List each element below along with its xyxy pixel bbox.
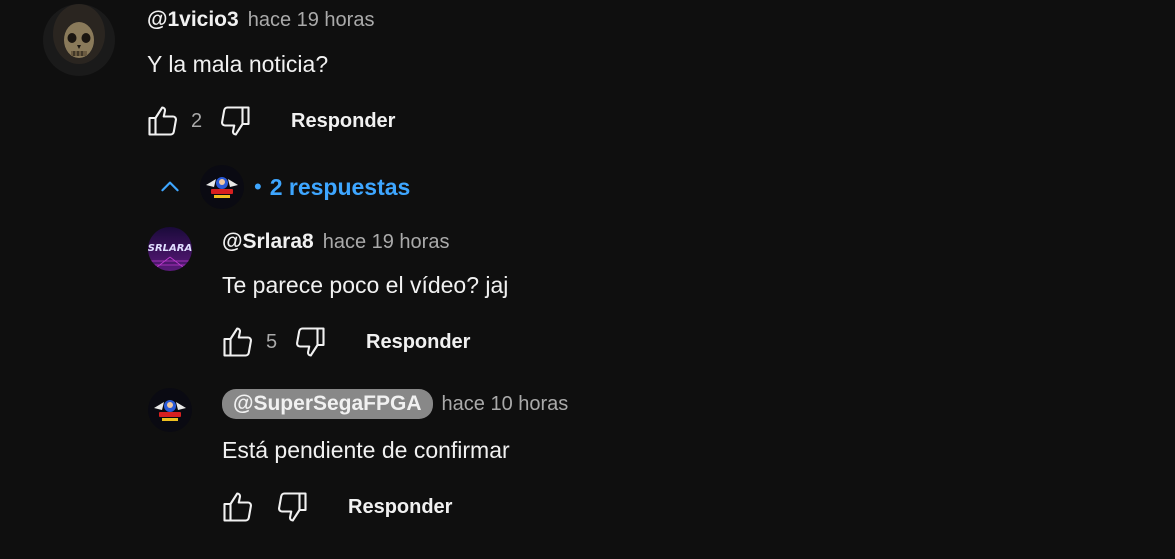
- skull-avatar-icon: [43, 4, 115, 76]
- comment-author[interactable]: @1vicio3: [147, 8, 239, 32]
- reply-actions: Responder: [218, 487, 452, 527]
- comment-timestamp[interactable]: hace 19 horas: [248, 9, 375, 32]
- comment-actions: 2 Responder: [143, 101, 395, 141]
- reply-button[interactable]: Responder: [348, 496, 452, 519]
- thumbs-up-icon: [148, 106, 177, 136]
- thumbs-down-icon: [278, 492, 307, 522]
- reply-timestamp[interactable]: hace 19 horas: [323, 231, 450, 254]
- chevron-up-icon: [150, 167, 190, 207]
- avatar-srlara8[interactable]: SRLARA: [148, 227, 192, 271]
- reply-button[interactable]: Responder: [366, 331, 470, 354]
- comment-header: @1vicio3 hace 19 horas: [147, 8, 374, 32]
- reply-text: Está pendiente de confirmar: [222, 437, 510, 463]
- replier-avatar: [200, 165, 244, 209]
- like-button[interactable]: [143, 101, 183, 141]
- comment-text: Y la mala noticia?: [147, 51, 329, 77]
- reply-timestamp[interactable]: hace 10 horas: [442, 393, 569, 416]
- supersega-logo-icon: [200, 165, 244, 209]
- thumbs-up-icon: [223, 492, 252, 522]
- dislike-button[interactable]: [215, 101, 255, 141]
- comments-section: @1vicio3 hace 19 horas Y la mala noticia…: [0, 0, 1175, 559]
- reply-author[interactable]: @Srlara8: [222, 230, 314, 254]
- thumbs-up-icon: [223, 327, 252, 357]
- like-count: 5: [266, 330, 278, 353]
- like-button[interactable]: [218, 487, 258, 527]
- thumbs-down-icon: [296, 327, 325, 357]
- avatar-1vicio3[interactable]: [43, 4, 115, 76]
- srlara-logo-icon: SRLARA: [148, 227, 192, 271]
- avatar-supersegafpga[interactable]: [148, 388, 192, 432]
- like-count: 2: [191, 109, 203, 132]
- svg-text:SRLARA: SRLARA: [148, 243, 192, 254]
- thumbs-down-icon: [221, 106, 250, 136]
- supersega-logo-icon: [148, 388, 192, 432]
- replies-count: 2 respuestas: [269, 173, 411, 200]
- separator-dot: •: [254, 174, 262, 199]
- reply-button[interactable]: Responder: [291, 110, 395, 133]
- like-button[interactable]: [218, 322, 258, 362]
- reply-text: Te parece poco el vídeo? jaj: [222, 272, 509, 298]
- reply-header: @SuperSegaFPGA hace 10 horas: [222, 389, 568, 419]
- dislike-button[interactable]: [272, 487, 312, 527]
- replies-toggle[interactable]: • 2 respuestas: [150, 164, 410, 210]
- dislike-button[interactable]: [290, 322, 330, 362]
- reply-actions: 5 Responder: [218, 322, 470, 362]
- owner-author-badge[interactable]: @SuperSegaFPGA: [222, 389, 433, 419]
- reply-header: @Srlara8 hace 19 horas: [222, 230, 449, 254]
